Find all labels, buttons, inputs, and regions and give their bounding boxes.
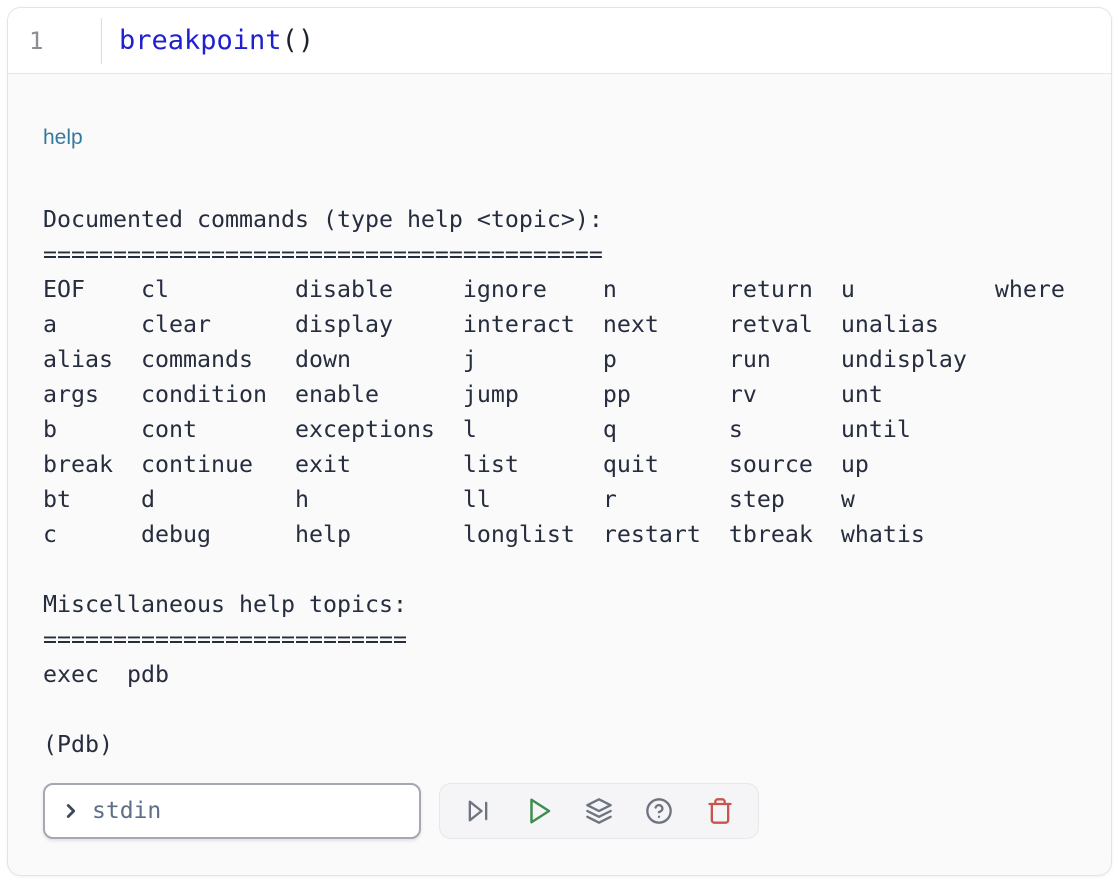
debugger-toolbar	[439, 783, 759, 839]
help-circle-icon	[645, 797, 673, 825]
clear-button[interactable]	[693, 788, 747, 834]
pdb-help-output: Documented commands (type help <topic>):…	[43, 202, 1076, 762]
code-function-token: breakpoint	[119, 25, 282, 56]
echoed-command: help	[43, 124, 1076, 152]
console-controls	[43, 783, 1076, 839]
stack-button[interactable]	[572, 788, 626, 834]
trash-icon	[706, 797, 734, 825]
code-parens-token: ()	[282, 25, 315, 56]
line-number: 1	[8, 27, 43, 55]
code-editor: 1 breakpoint()	[8, 8, 1111, 74]
run-button[interactable]	[512, 788, 566, 834]
console-output-pane: help Documented commands (type help <top…	[8, 74, 1111, 839]
stdin-box[interactable]	[43, 783, 421, 839]
skip-forward-icon	[464, 797, 492, 825]
layers-icon	[585, 797, 613, 825]
stdin-input[interactable]	[92, 798, 404, 824]
editor-gutter: 1	[8, 8, 101, 73]
play-icon	[524, 796, 554, 826]
chevron-right-icon	[60, 800, 82, 822]
python-debugger-widget: 1 breakpoint() help Documented commands …	[7, 7, 1112, 876]
help-button[interactable]	[632, 788, 686, 834]
step-forward-button[interactable]	[451, 788, 505, 834]
code-line[interactable]: breakpoint()	[102, 25, 1111, 56]
